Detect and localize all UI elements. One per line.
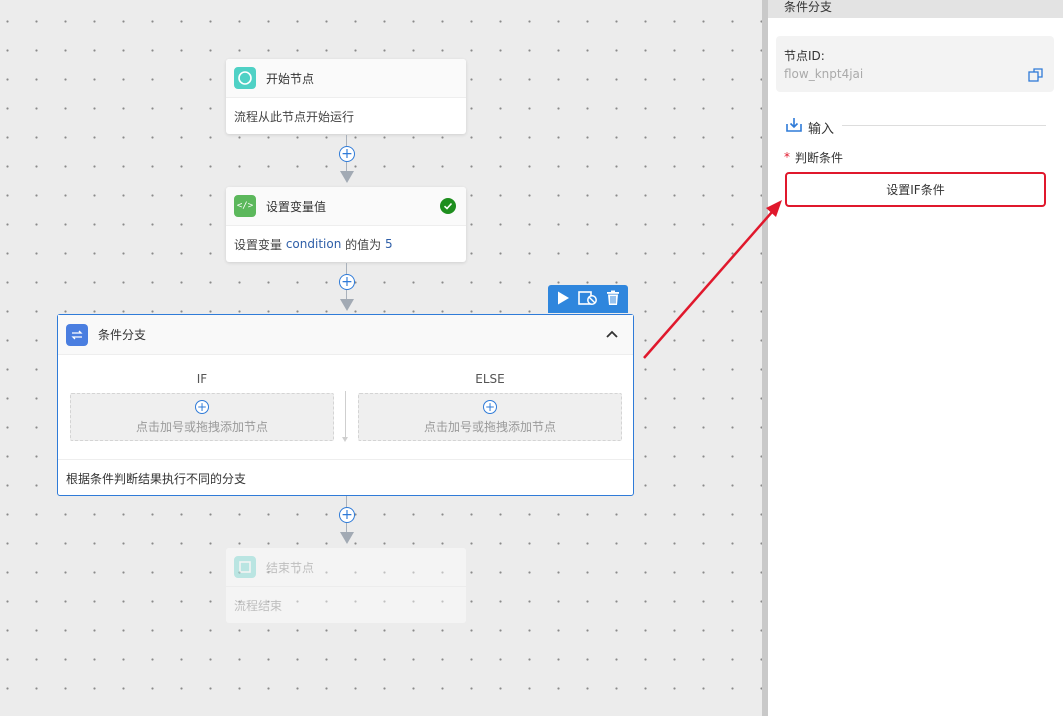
- properties-panel: [762, 0, 1063, 716]
- setvar-node-header: </> 设置变量值: [226, 187, 466, 226]
- condition-node-desc: 根据条件判断结果执行不同的分支: [66, 471, 247, 486]
- node-toolbar: [548, 285, 628, 313]
- condition-node[interactable]: 条件分支 IF ELSE + 点击加号或拖拽添加节点 + 点击加号或拖拽添加节点…: [57, 314, 634, 496]
- setvar-var-value: 5: [384, 237, 393, 251]
- branch-label-if: IF: [196, 372, 208, 386]
- condition-node-header: 条件分支: [58, 315, 633, 355]
- input-download-icon: [786, 117, 802, 136]
- node-id-label: 节点ID:: [784, 49, 825, 63]
- input-section-title: 输入: [808, 122, 835, 137]
- else-branch-placeholder: 点击加号或拖拽添加节点: [423, 419, 556, 434]
- connector-condition-end: +: [337, 496, 357, 546]
- condition-node-title: 条件分支: [98, 328, 147, 342]
- required-mark: *: [784, 150, 790, 164]
- arrow-down-icon: [340, 171, 354, 183]
- set-if-condition-label: 设置IF条件: [886, 183, 945, 197]
- chevron-up-icon[interactable]: [605, 327, 619, 344]
- if-branch-dropzone[interactable]: + 点击加号或拖拽添加节点: [70, 393, 334, 441]
- end-node[interactable]: 结束节点 流程结束: [226, 548, 466, 623]
- end-node-header: 结束节点: [226, 548, 466, 587]
- input-section-rule: [842, 125, 1046, 126]
- add-node-plus-icon[interactable]: +: [339, 507, 355, 523]
- circle-icon: [234, 67, 256, 89]
- end-node-desc: 流程结束: [234, 598, 283, 613]
- node-id-box: 节点ID: flow_knpt4jai: [776, 36, 1054, 92]
- check-circle-icon: [440, 198, 456, 214]
- trash-icon[interactable]: [605, 290, 621, 309]
- if-branch-placeholder: 点击加号或拖拽添加节点: [135, 419, 268, 434]
- square-icon: [234, 556, 256, 578]
- play-icon[interactable]: [555, 290, 571, 309]
- add-node-plus-icon[interactable]: +: [483, 399, 497, 414]
- set-if-condition-button[interactable]: 设置IF条件: [785, 172, 1046, 207]
- start-node[interactable]: 开始节点 流程从此节点开始运行: [226, 59, 466, 134]
- copy-icon[interactable]: [1028, 67, 1044, 86]
- add-node-plus-icon[interactable]: +: [195, 399, 209, 414]
- end-node-title: 结束节点: [266, 560, 315, 575]
- disable-icon[interactable]: [578, 290, 598, 309]
- setvar-desc-prefix: 设置变量: [234, 237, 286, 252]
- condition-field-label: 判断条件: [795, 151, 844, 165]
- branch-divider-arrow-icon: [342, 437, 348, 442]
- setvar-node-desc: 设置变量 condition 的值为 5: [226, 226, 466, 262]
- start-node-header: 开始节点: [226, 59, 466, 98]
- arrow-down-icon: [340, 532, 354, 544]
- setvar-var-name: condition: [285, 237, 342, 251]
- setvar-node[interactable]: </> 设置变量值 设置变量 condition 的值为 5: [226, 187, 466, 262]
- branch-icon: [66, 323, 88, 346]
- panel-title: 条件分支: [768, 0, 1063, 18]
- connector-start-setvar: +: [337, 135, 357, 185]
- branch-label-else: ELSE: [475, 372, 505, 386]
- arrow-down-icon: [340, 299, 354, 311]
- add-node-plus-icon[interactable]: +: [339, 146, 355, 162]
- start-node-title: 开始节点: [266, 71, 315, 86]
- setvar-node-title: 设置变量值: [266, 199, 327, 214]
- setvar-desc-mid: 的值为: [341, 237, 385, 252]
- connector-setvar-condition: +: [337, 263, 357, 313]
- panel-resize-handle[interactable]: [762, 0, 768, 716]
- condition-node-footer: 根据条件判断结果执行不同的分支: [58, 459, 633, 496]
- else-branch-dropzone[interactable]: + 点击加号或拖拽添加节点: [358, 393, 622, 441]
- code-icon: </>: [234, 195, 256, 217]
- add-node-plus-icon[interactable]: +: [339, 274, 355, 290]
- node-id-value: flow_knpt4jai: [784, 67, 864, 81]
- branch-divider: [345, 391, 346, 439]
- start-node-desc: 流程从此节点开始运行: [234, 109, 355, 124]
